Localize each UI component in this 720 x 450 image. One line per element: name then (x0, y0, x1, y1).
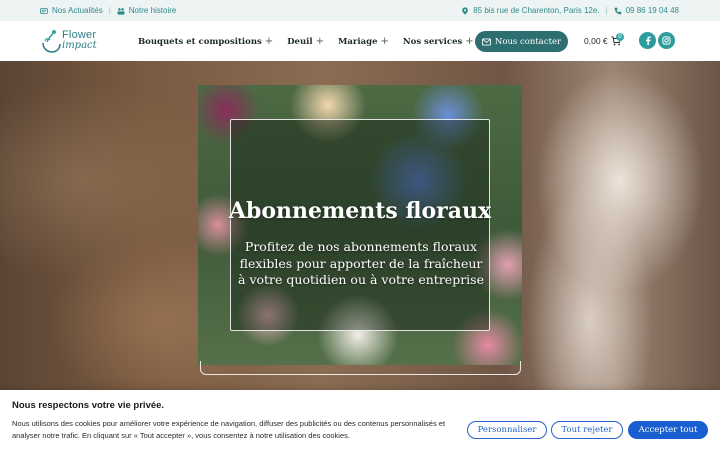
logo-tagline: impact (62, 40, 97, 51)
facebook-button[interactable] (639, 32, 656, 49)
instagram-button[interactable] (658, 32, 675, 49)
hero-subtitle: Profitez de nos abonnements floraux flex… (238, 239, 484, 287)
newspaper-icon (40, 7, 48, 14)
phone-icon (614, 7, 621, 14)
contact-button[interactable]: Nous contacter (475, 31, 568, 52)
plus-icon: + (465, 36, 474, 47)
cart-count-badge: 0 (616, 33, 624, 41)
plus-icon: + (264, 36, 274, 47)
accept-all-button[interactable]: Accepter tout (628, 421, 708, 439)
customize-button[interactable]: Personnaliser (467, 421, 547, 439)
top-bar-contact: 85 bis rue de Charenton, Paris 12e. | 09… (461, 6, 679, 15)
divider: | (605, 6, 608, 15)
hero-banner: Abonnements floraux Profitez de nos abon… (0, 61, 720, 390)
hero-text-frame (230, 119, 490, 331)
location-pin-icon (462, 6, 469, 15)
nav-item-mariage[interactable]: Mariage + (338, 36, 389, 47)
plus-icon: + (380, 36, 389, 47)
story-link[interactable]: Notre histoire (129, 6, 177, 15)
cart-amount: 0,00 € (584, 36, 608, 46)
cart-link[interactable]: 0,00 € 0 (584, 33, 624, 46)
top-bar-links: Nos Actualités | Notre histoire (40, 6, 176, 15)
nav-item-label: Bouquets et compositions (138, 36, 262, 47)
logo[interactable]: Flower impact (40, 29, 102, 55)
main-nav: Bouquets et compositions + Deuil + Maria… (138, 36, 488, 47)
cookie-title: Nous respectons votre vie privée. (12, 400, 165, 411)
people-icon (117, 7, 125, 15)
flower-logo-icon (42, 30, 61, 53)
cookie-banner: Nous respectons votre vie privée. Nous u… (0, 390, 720, 450)
site-header: Flower impact Bouquets et compositions +… (0, 21, 720, 61)
top-bar: Nos Actualités | Notre histoire 85 bis r… (0, 0, 720, 21)
nav-item-bouquets[interactable]: Bouquets et compositions + (138, 36, 273, 47)
facebook-icon (645, 36, 651, 45)
instagram-icon (662, 36, 671, 45)
cookie-text: Nous utilisons des cookies pour améliore… (12, 419, 446, 440)
phone-link[interactable]: 09 86 19 04 48 (626, 6, 679, 15)
nav-item-label: Nos services (402, 36, 463, 47)
hero-title: Abonnements floraux (228, 198, 492, 224)
flower-bouquet-image (198, 85, 522, 365)
news-link[interactable]: Nos Actualités (52, 6, 103, 15)
reject-all-button[interactable]: Tout rejeter (551, 421, 623, 439)
nav-item-label: Mariage (338, 36, 378, 47)
nav-item-deuil[interactable]: Deuil + (287, 36, 324, 47)
nav-item-services[interactable]: Nos services + (403, 36, 474, 47)
envelope-icon (481, 37, 491, 46)
plus-icon: + (315, 36, 324, 47)
divider: | (108, 6, 111, 15)
contact-button-label: Nous contacter (494, 36, 562, 47)
address-text: 85 bis rue de Charenton, Paris 12e. (473, 6, 600, 15)
nav-item-label: Deuil (287, 36, 313, 47)
hero-card-border (200, 361, 521, 375)
